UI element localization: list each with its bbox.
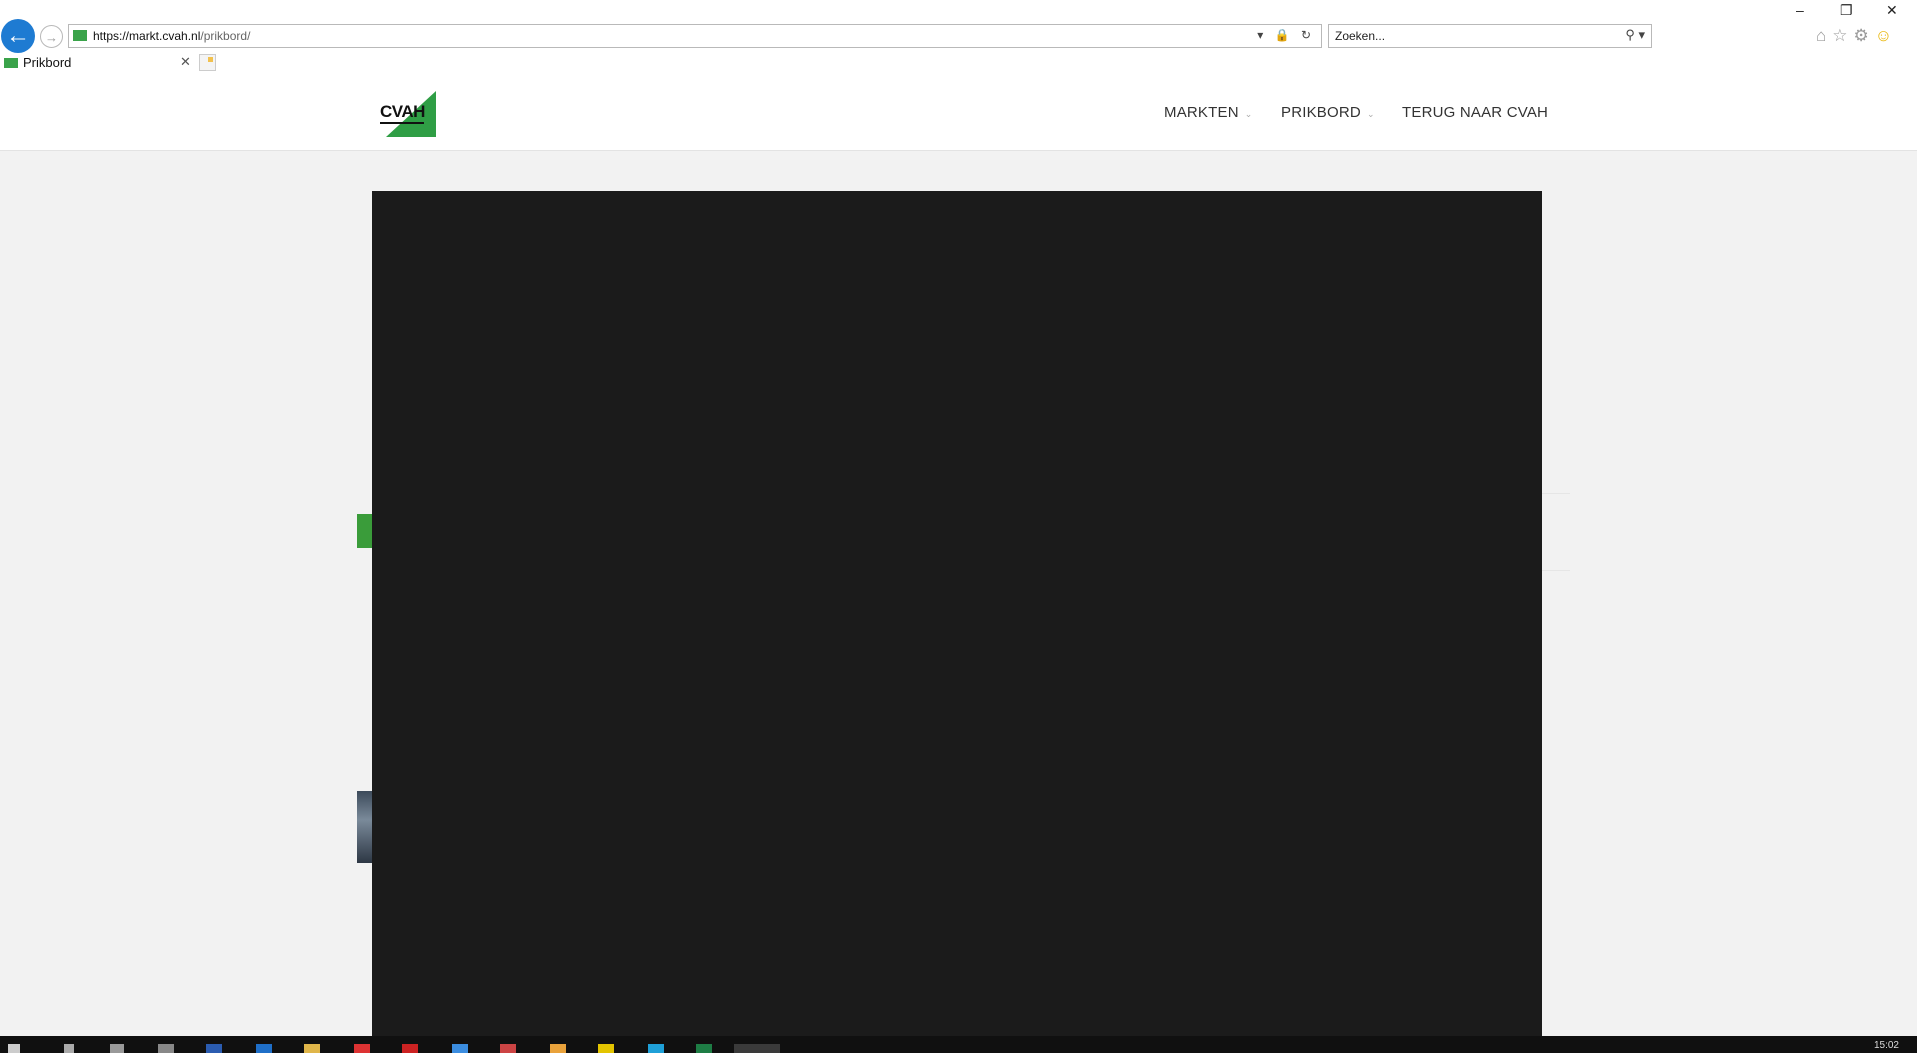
- pdf-icon[interactable]: [402, 1044, 418, 1053]
- excel-icon[interactable]: [696, 1044, 712, 1053]
- start-icon[interactable]: [8, 1044, 20, 1053]
- app-icon[interactable]: [354, 1044, 370, 1053]
- app-icon[interactable]: [598, 1044, 614, 1053]
- home-icon[interactable]: ⌂: [1816, 26, 1832, 45]
- forward-arrow-icon: →: [45, 30, 58, 45]
- divider: [1542, 493, 1570, 494]
- logo-text: CVAH: [380, 102, 425, 121]
- nav-label: TERUG NAAR CVAH: [1402, 104, 1549, 121]
- tab-close-icon[interactable]: ✕: [180, 54, 191, 70]
- search-icon[interactable]: ⚲ ▾: [1625, 27, 1645, 43]
- forward-button[interactable]: →: [40, 25, 63, 48]
- logo-underline: [380, 122, 424, 124]
- app-icon[interactable]: [550, 1044, 566, 1053]
- back-arrow-icon: ←: [6, 22, 30, 49]
- dark-overlay-panel: [372, 191, 1542, 1036]
- tab-favicon: [4, 58, 18, 68]
- nav-label: PRIKBORD: [1281, 104, 1361, 121]
- divider: [1542, 570, 1570, 571]
- gear-icon[interactable]: ⚙: [1854, 26, 1875, 45]
- clock: 15:02: [1873, 1040, 1899, 1051]
- skype-icon[interactable]: [648, 1044, 664, 1053]
- address-tools: ▾ 🔒 ↻: [1257, 28, 1315, 42]
- folder-icon[interactable]: [304, 1044, 320, 1053]
- chrome-icon[interactable]: [452, 1044, 468, 1053]
- side-thumbnail[interactable]: [357, 791, 372, 863]
- new-tab-button[interactable]: [199, 54, 216, 71]
- restore-button[interactable]: ❐: [1840, 2, 1853, 19]
- dropdown-icon[interactable]: ▾: [1257, 28, 1267, 42]
- smiley-icon[interactable]: ☺: [1875, 26, 1898, 45]
- refresh-icon[interactable]: ↻: [1301, 28, 1315, 42]
- chevron-down-icon: ⌄: [1366, 109, 1375, 119]
- nav-item-markten[interactable]: MARKTEN ⌄: [1164, 104, 1253, 121]
- tab-title: Prikbord: [23, 55, 72, 70]
- nav-item-prikbord[interactable]: PRIKBORD ⌄: [1281, 104, 1375, 121]
- green-side-button[interactable]: [357, 514, 372, 548]
- star-icon[interactable]: ☆: [1832, 26, 1853, 45]
- browser-tab[interactable]: Prikbord ✕: [0, 53, 194, 73]
- task-view-icon[interactable]: [110, 1044, 124, 1053]
- nav-item-terug-naar-cvah[interactable]: TERUG NAAR CVAH: [1402, 104, 1548, 121]
- back-button[interactable]: ←: [1, 19, 35, 53]
- search-icon[interactable]: [64, 1044, 74, 1053]
- search-placeholder[interactable]: Zoeken...: [1335, 29, 1385, 43]
- site-favicon: [73, 30, 87, 41]
- close-window-button[interactable]: ✕: [1886, 2, 1898, 19]
- address-bar[interactable]: https://markt.cvah.nl/prikbord/ ▾ 🔒 ↻: [68, 24, 1322, 48]
- lock-icon[interactable]: 🔒: [1275, 28, 1294, 42]
- toolbar-icons: ⌂☆⚙☺: [1816, 26, 1898, 46]
- minimize-button[interactable]: –: [1796, 2, 1804, 18]
- ie-icon-active[interactable]: [734, 1044, 780, 1053]
- address-url[interactable]: https://markt.cvah.nl/prikbord/: [93, 29, 250, 43]
- outlook-icon[interactable]: [256, 1044, 272, 1053]
- site-header: CVAH MARKTEN ⌄ PRIKBORD ⌄ TERUG NAAR CVAH: [0, 73, 1917, 151]
- taskbar: 15:02: [0, 1036, 1917, 1053]
- site-logo[interactable]: CVAH: [372, 91, 438, 139]
- nav-label: MARKTEN: [1164, 104, 1239, 121]
- app-icon[interactable]: [500, 1044, 516, 1053]
- chevron-down-icon: ⌄: [1244, 109, 1253, 119]
- search-box[interactable]: Zoeken... ⚲ ▾: [1328, 24, 1652, 48]
- store-icon[interactable]: [158, 1044, 174, 1053]
- word-icon[interactable]: [206, 1044, 222, 1053]
- browser-chrome: ← → https://markt.cvah.nl/prikbord/ ▾ 🔒 …: [0, 0, 1917, 73]
